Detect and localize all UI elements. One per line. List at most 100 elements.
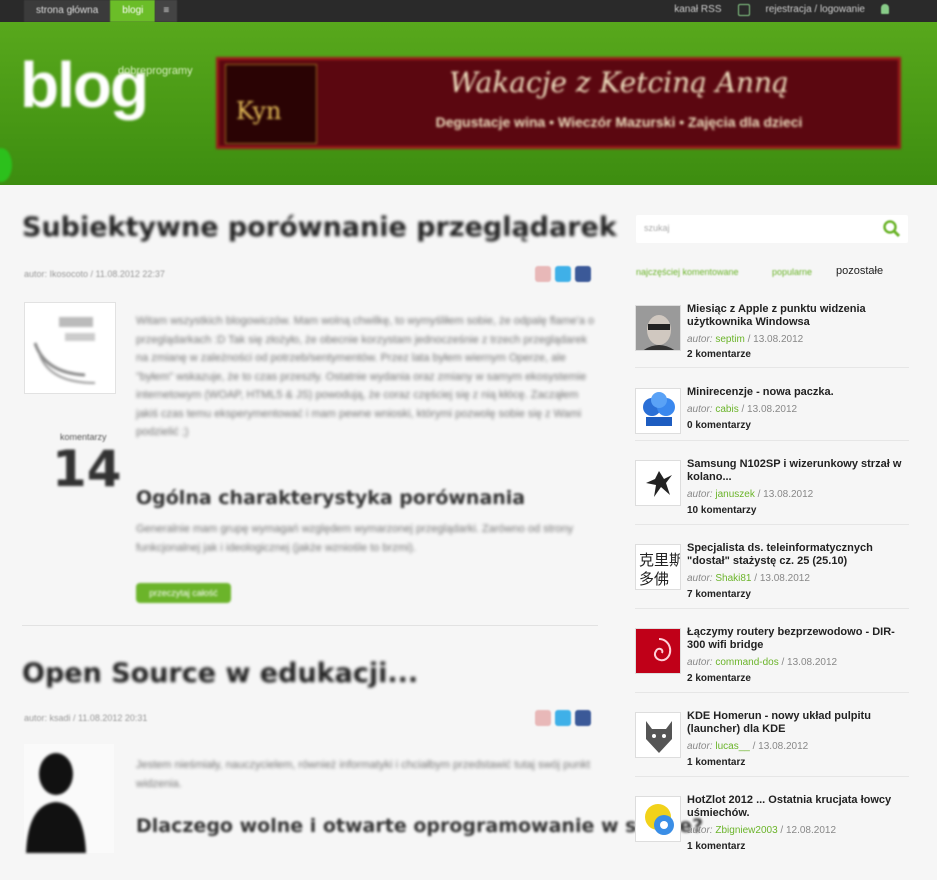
default-user-icon bbox=[26, 753, 86, 853]
item-divider bbox=[635, 367, 909, 368]
banner-subtitle: Degustacje wina • Wieczór Mazurski • Zaj… bbox=[435, 114, 803, 130]
facebook-share-icon[interactable] bbox=[575, 710, 591, 726]
rss-link[interactable]: kanał RSS bbox=[674, 4, 721, 16]
nav-home-link[interactable]: strona główna bbox=[24, 0, 111, 22]
item-date: / 13.08.2012 bbox=[741, 404, 798, 415]
item-divider bbox=[635, 776, 909, 777]
author-label: autor: bbox=[687, 825, 713, 836]
top-links: kanał RSS rejestracja / logowanie bbox=[674, 4, 889, 16]
tab-popular[interactable]: popularne bbox=[772, 267, 812, 277]
author-link[interactable]: Shaki81 bbox=[715, 573, 751, 584]
post-subexcerpt: Generalnie mam grupę wymagań względem wy… bbox=[136, 523, 574, 554]
author-avatar[interactable] bbox=[635, 796, 681, 842]
email-share-icon[interactable] bbox=[535, 266, 551, 282]
item-title[interactable]: Specjalista ds. teleinformatycznych "dos… bbox=[687, 542, 909, 568]
twitter-share-icon[interactable] bbox=[555, 266, 571, 282]
item-date: / 13.08.2012 bbox=[747, 334, 804, 345]
item-comments[interactable]: 7 komentarzy bbox=[687, 589, 751, 600]
author-avatar[interactable] bbox=[635, 388, 681, 434]
post-thumbnail[interactable] bbox=[24, 302, 116, 394]
user-icon bbox=[881, 4, 889, 14]
lightbulb-chrome-icon bbox=[636, 797, 680, 841]
item-comments[interactable]: 10 komentarzy bbox=[687, 505, 756, 516]
network-cable-icon bbox=[33, 317, 96, 384]
author-avatar[interactable] bbox=[635, 628, 681, 674]
item-title[interactable]: Minirecenzje - nowa paczka. bbox=[687, 386, 909, 399]
post-subheading: Dlaczego wolne i otwarte oprogramowanie … bbox=[136, 815, 704, 837]
author-label: autor: bbox=[687, 573, 713, 584]
item-comments[interactable]: 1 komentarz bbox=[687, 841, 745, 852]
search-input[interactable]: szukaj bbox=[644, 223, 670, 233]
author-link[interactable]: command-dos bbox=[715, 657, 778, 668]
item-divider bbox=[635, 440, 909, 441]
nav-blogs-link[interactable]: blogi bbox=[110, 0, 156, 22]
svg-text:多佛: 多佛 bbox=[639, 570, 669, 588]
item-date: / 13.08.2012 bbox=[752, 741, 809, 752]
blog-logo[interactable]: blog dobreprogramy bbox=[20, 48, 210, 138]
top-nav: strona główna blogi ≡ bbox=[24, 0, 178, 22]
item-date: / 13.08.2012 bbox=[754, 573, 810, 584]
author-avatar[interactable]: 克里斯 多佛 bbox=[635, 544, 681, 590]
author-avatar[interactable] bbox=[635, 712, 681, 758]
item-meta: autor: Zbigniew2003 / 12.08.2012 bbox=[687, 825, 836, 836]
nav-more-button[interactable]: ≡ bbox=[155, 0, 178, 22]
search-icon[interactable] bbox=[882, 219, 902, 239]
twitter-share-icon[interactable] bbox=[555, 710, 571, 726]
item-comments[interactable]: 2 komentarze bbox=[687, 673, 751, 684]
list-item[interactable]: Łączymy routery bezprzewodowo - DIR-300 … bbox=[635, 626, 909, 712]
comments-count[interactable]: 14 bbox=[52, 440, 122, 498]
author-link[interactable]: lucas__ bbox=[715, 741, 749, 752]
item-title[interactable]: HotZlot 2012 ... Ostatnia krucjata łowcy… bbox=[687, 794, 909, 820]
user-photo-icon bbox=[636, 306, 680, 350]
item-meta: autor: Shaki81 / 13.08.2012 bbox=[687, 573, 810, 584]
rss-icon bbox=[737, 4, 750, 16]
item-comments[interactable]: 0 komentarzy bbox=[687, 420, 751, 431]
list-item[interactable]: Miesiąc z Apple z punktu widzenia użytko… bbox=[635, 303, 909, 389]
item-divider bbox=[635, 524, 909, 525]
post-subheading: Ogólna charakterystyka porównania bbox=[136, 487, 526, 509]
item-meta: autor: command-dos / 13.08.2012 bbox=[687, 657, 837, 668]
item-meta: autor: cabis / 13.08.2012 bbox=[687, 404, 797, 415]
post-meta: autor: Ikosocoto / 11.08.2012 22:37 bbox=[24, 269, 165, 279]
facebook-share-icon[interactable] bbox=[575, 266, 591, 282]
wolf-icon bbox=[636, 713, 680, 757]
author-link[interactable]: Zbigniew2003 bbox=[715, 825, 777, 836]
post-divider bbox=[22, 625, 598, 626]
item-comments[interactable]: 2 komentarze bbox=[687, 349, 751, 360]
chinese-characters-icon: 克里斯 多佛 bbox=[636, 545, 680, 589]
debian-swirl-icon bbox=[636, 629, 680, 673]
item-title[interactable]: Samsung N102SP i wizerunkowy strzał w ko… bbox=[687, 458, 909, 484]
author-link[interactable]: septim bbox=[715, 334, 744, 345]
author-link[interactable]: januszek bbox=[715, 489, 754, 500]
item-meta: autor: lucas__ / 13.08.2012 bbox=[687, 741, 808, 752]
email-share-icon[interactable] bbox=[535, 710, 551, 726]
ad-banner[interactable]: Kyn Wakacje z Ketciną Anną Degustacje wi… bbox=[216, 57, 901, 149]
login-link[interactable]: rejestracja / logowanie bbox=[766, 4, 866, 16]
logo-text: blog bbox=[20, 49, 149, 121]
item-title[interactable]: KDE Homerun - nowy układ pulpitu (launch… bbox=[687, 710, 909, 736]
read-more-button[interactable]: przeczytaj całość bbox=[136, 583, 231, 603]
author-link[interactable]: cabis bbox=[715, 404, 738, 415]
author-avatar[interactable] bbox=[635, 305, 681, 351]
post-title[interactable]: Open Source w edukacji... bbox=[22, 658, 418, 689]
logo-subtext: dobreprogramy bbox=[118, 65, 193, 77]
tab-other[interactable]: pozostałe bbox=[836, 265, 883, 277]
post-title[interactable]: Subiektywne porównanie przeglądarek bbox=[22, 212, 617, 243]
author-label: autor: bbox=[687, 657, 713, 668]
banner-logo: Kyn bbox=[225, 64, 317, 144]
post-excerpt: Witam wszystkich blogowiczów. Mam wolną … bbox=[136, 315, 595, 438]
list-item[interactable]: KDE Homerun - nowy układ pulpitu (launch… bbox=[635, 710, 909, 796]
top-bar: strona główna blogi ≡ kanał RSS rejestra… bbox=[0, 0, 937, 22]
globe-computer-icon bbox=[636, 389, 680, 433]
item-title[interactable]: Łączymy routery bezprzewodowo - DIR-300 … bbox=[687, 626, 909, 652]
list-item[interactable]: HotZlot 2012 ... Ostatnia krucjata łowcy… bbox=[635, 794, 909, 880]
tab-most-commented[interactable]: najczęściej komentowane bbox=[636, 267, 739, 277]
list-item[interactable]: 克里斯 多佛 Specjalista ds. teleinformatyczny… bbox=[635, 542, 909, 628]
author-avatar[interactable] bbox=[24, 744, 114, 853]
list-item[interactable]: Samsung N102SP i wizerunkowy strzał w ko… bbox=[635, 458, 909, 544]
author-avatar[interactable] bbox=[635, 460, 681, 506]
post-meta: autor: ksadi / 11.08.2012 20:31 bbox=[24, 713, 148, 723]
item-comments[interactable]: 1 komentarz bbox=[687, 757, 745, 768]
item-title[interactable]: Miesiąc z Apple z punktu widzenia użytko… bbox=[687, 303, 909, 329]
search-box[interactable]: szukaj bbox=[636, 215, 908, 243]
